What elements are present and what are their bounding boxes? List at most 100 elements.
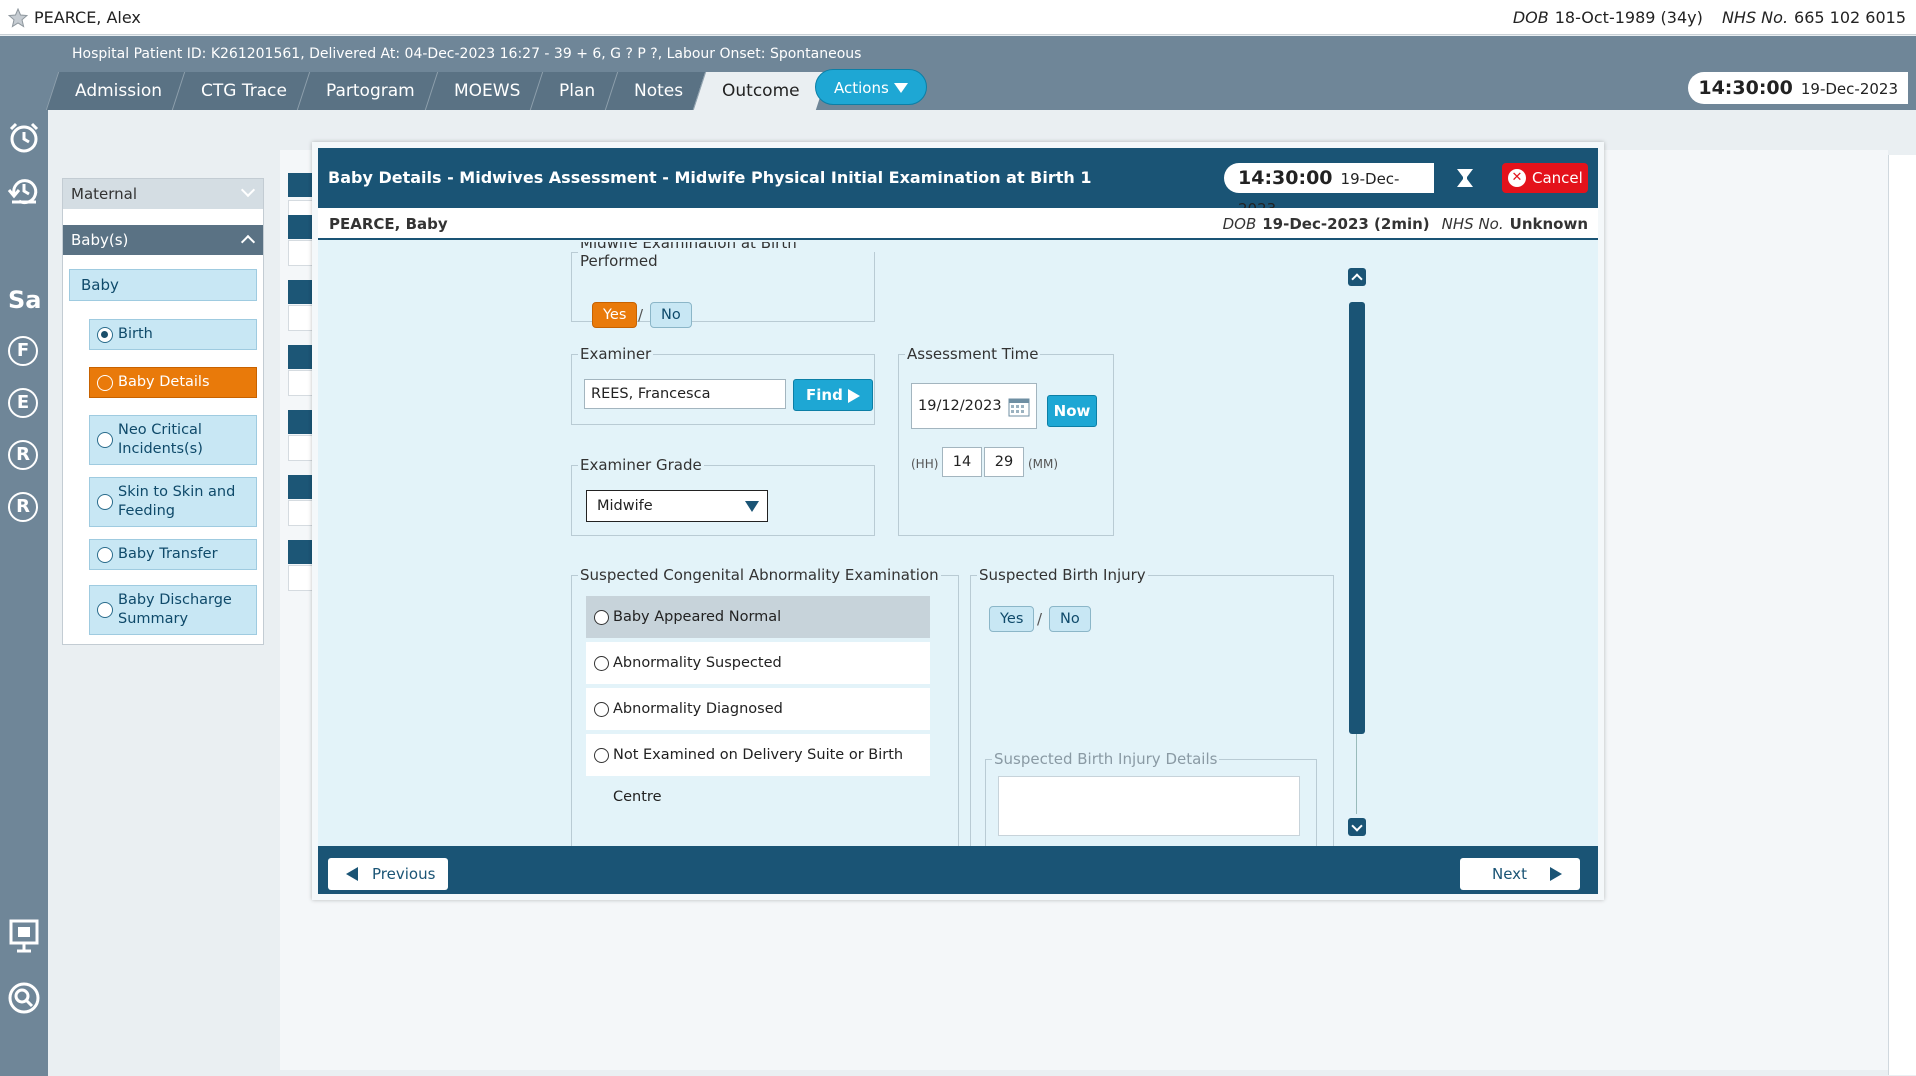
menu-item-baby-transfer[interactable]: Baby Transfer <box>89 539 257 570</box>
examiner-group: Examiner REES, Francesca Find <box>571 345 875 425</box>
rail-item-sa[interactable]: Sa <box>8 286 41 314</box>
form-scrollbar[interactable] <box>1348 268 1366 836</box>
tab-label: Outcome <box>722 81 800 101</box>
section-babies[interactable]: Baby(s) <box>63 225 263 255</box>
option-label: Not Examined on Delivery Suite or Birth … <box>613 747 904 805</box>
baby-dob: 19-Dec-2023 (2min) <box>1262 215 1430 233</box>
next-label: Next <box>1492 865 1527 883</box>
congenital-abnormality-group: Suspected Congenital Abnormality Examina… <box>571 566 959 846</box>
app-header: Hospital Patient ID: K261201561, Deliver… <box>0 36 1916 110</box>
rail-item-f[interactable]: F <box>8 336 38 366</box>
examiner-grade-group: Examiner Grade Midwife <box>571 456 875 536</box>
option-baby-appeared-normal[interactable]: Baby Appeared Normal <box>586 596 930 638</box>
tab-moews[interactable]: MOEWS <box>424 72 549 110</box>
menu-item-baby-discharge-summary[interactable]: Baby Discharge Summary <box>89 585 257 635</box>
clock-date: 19-Dec-2023 <box>1800 80 1898 98</box>
menu-item-skin-to-skin[interactable]: Skin to Skin and Feeding <box>89 477 257 527</box>
actions-label: Actions <box>834 79 889 97</box>
birth-injury-group: Suspected Birth Injury Yes / No Suspecte… <box>970 566 1334 846</box>
dob-label: DOB <box>1512 8 1549 27</box>
list-row-marker <box>288 215 314 239</box>
birth-injury-yes[interactable]: Yes <box>989 606 1035 632</box>
congenital-legend: Suspected Congenital Abnormality Examina… <box>580 566 939 584</box>
option-label: Baby Appeared Normal <box>613 609 782 625</box>
baby-nhs-label: NHS No. <box>1441 215 1504 233</box>
history-icon[interactable] <box>6 172 42 208</box>
menu-item-label: Baby Transfer <box>118 546 218 562</box>
search-icon[interactable] <box>6 980 42 1016</box>
cancel-label: Cancel <box>1532 169 1583 187</box>
modal-form: Midwife Examination at Birth Performed Y… <box>318 242 1598 846</box>
modal-clock[interactable]: 14:30:0019-Dec-2023 <box>1224 163 1434 218</box>
option-label: Abnormality Suspected <box>613 655 782 671</box>
calendar-icon[interactable] <box>1008 397 1030 417</box>
arrow-right-icon <box>1550 867 1562 881</box>
section-label: Maternal <box>71 185 138 203</box>
option-label: Abnormality Diagnosed <box>613 701 783 717</box>
modal-footer: Previous Next <box>318 846 1598 894</box>
exam-performed-yes[interactable]: Yes <box>592 302 638 328</box>
assessment-date-input[interactable]: 19/12/2023 <box>911 383 1037 429</box>
hh-label: (HH) <box>911 457 939 471</box>
tab-label: Partogram <box>325 81 415 101</box>
radio-icon <box>97 432 113 448</box>
find-button[interactable]: Find <box>793 379 873 411</box>
rail-item-r2[interactable]: R <box>8 492 38 522</box>
modal-clock-time: 14:30:00 <box>1238 167 1333 189</box>
previous-label: Previous <box>372 865 436 883</box>
section-label: Baby(s) <box>71 231 129 249</box>
alarm-clock-icon[interactable] <box>6 120 42 156</box>
tab-label: MOEWS <box>453 81 521 101</box>
tab-partogram[interactable]: Partogram <box>296 72 443 110</box>
option-not-examined[interactable]: Not Examined on Delivery Suite or Birth … <box>586 734 930 805</box>
exam-performed-no[interactable]: No <box>650 302 692 328</box>
menu-item-baby[interactable]: Baby <box>69 269 257 301</box>
cancel-button[interactable]: ✕ Cancel <box>1502 163 1588 193</box>
scroll-thumb[interactable] <box>1349 302 1365 734</box>
birth-injury-legend: Suspected Birth Injury <box>979 566 1146 584</box>
next-button[interactable]: Next <box>1460 858 1580 890</box>
section-maternal[interactable]: Maternal <box>63 179 263 209</box>
tab-label: CTG Trace <box>201 81 287 101</box>
examiner-input[interactable]: REES, Francesca <box>584 379 786 409</box>
rail-item-e[interactable]: E <box>8 388 38 418</box>
option-abnormality-suspected[interactable]: Abnormality Suspected <box>586 642 930 684</box>
modal-title: Baby Details - Midwives Assessment - Mid… <box>328 168 1092 187</box>
baby-banner: PEARCE, Baby DOB 19-Dec-2023 (2min) NHS No… <box>318 208 1598 240</box>
scroll-down-icon[interactable] <box>1348 818 1366 836</box>
menu-item-label: Birth <box>118 326 153 342</box>
hospital-info-line: Hospital Patient ID: K261201561, Deliver… <box>72 46 862 62</box>
tab-admission[interactable]: Admission <box>45 72 191 110</box>
menu-item-label: Baby Details <box>118 374 210 390</box>
nhs-label: NHS No. <box>1721 8 1789 27</box>
birth-injury-no[interactable]: No <box>1049 606 1091 632</box>
tab-ctg-trace[interactable]: CTG Trace <box>171 72 316 110</box>
now-button[interactable]: Now <box>1047 395 1097 427</box>
list-row-marker <box>288 475 314 499</box>
birth-injury-details-input[interactable] <box>998 776 1300 836</box>
baby-info: DOB 19-Dec-2023 (2min) NHS No. Unknown <box>1223 215 1588 233</box>
tab-outcome[interactable]: Outcome <box>693 72 829 110</box>
birth-injury-details-group: Suspected Birth Injury Details <box>985 750 1317 846</box>
tab-label: Admission <box>75 81 163 101</box>
radio-icon <box>97 494 113 510</box>
previous-button[interactable]: Previous <box>328 858 448 890</box>
menu-item-baby-details[interactable]: Baby Details <box>89 367 257 398</box>
scroll-up-icon[interactable] <box>1348 268 1366 286</box>
radio-icon <box>97 602 113 618</box>
baby-details-modal: Baby Details - Midwives Assessment - Mid… <box>312 142 1604 900</box>
presentation-icon[interactable] <box>6 918 42 954</box>
rail-item-r1[interactable]: R <box>8 440 38 470</box>
actions-button[interactable]: Actions <box>815 69 927 105</box>
examiner-grade-select[interactable]: Midwife <box>586 490 768 522</box>
radio-icon <box>97 326 113 343</box>
hour-input[interactable]: 14 <box>942 447 982 477</box>
list-row-marker <box>288 410 314 434</box>
modal-header: Baby Details - Midwives Assessment - Mid… <box>318 148 1598 218</box>
minute-input[interactable]: 29 <box>984 447 1024 477</box>
option-abnormality-diagnosed[interactable]: Abnormality Diagnosed <box>586 688 930 730</box>
filter-icon[interactable] <box>1456 168 1474 188</box>
menu-item-neo-critical-incidents[interactable]: Neo Critical Incidents(s) <box>89 415 257 465</box>
menu-item-birth[interactable]: Birth <box>89 319 257 350</box>
baby-dob-label: DOB <box>1222 215 1257 233</box>
